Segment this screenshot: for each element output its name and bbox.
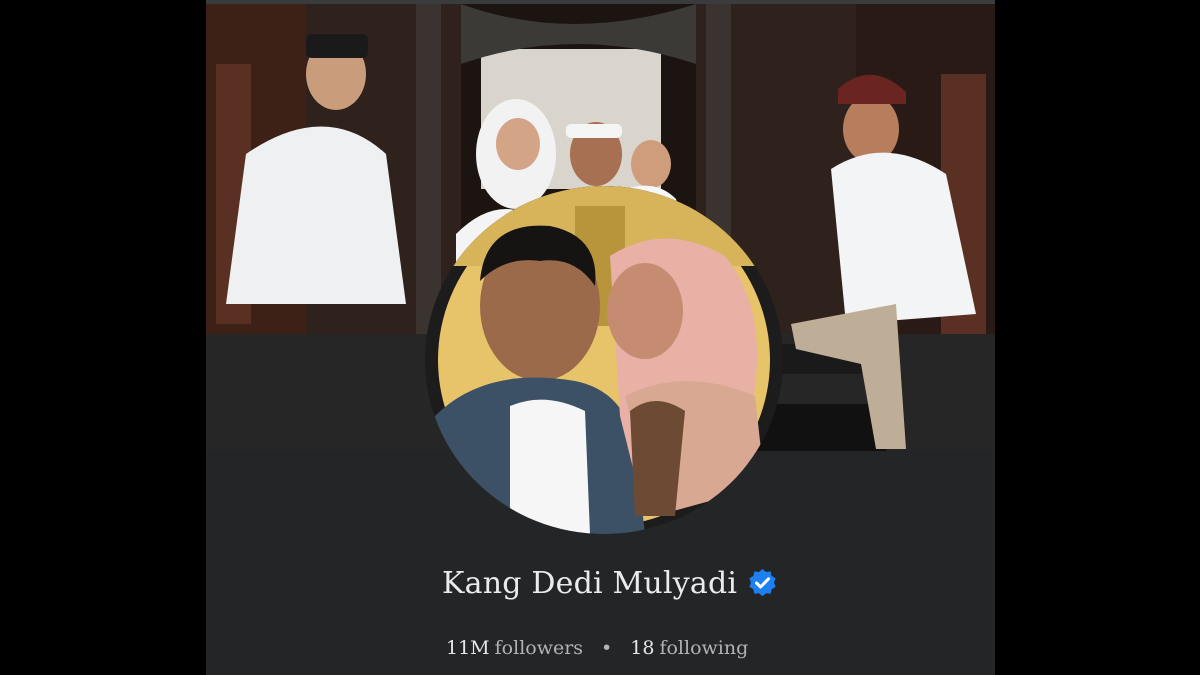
name-row: Kang Dedi Mulyadi [442, 563, 778, 603]
profile-picture[interactable] [425, 186, 783, 534]
followers-label: followers [494, 637, 584, 659]
followers-link[interactable]: 11M followers [446, 637, 583, 659]
following-count: 18 [630, 637, 655, 659]
verified-badge-icon [747, 568, 778, 599]
following-label: following [659, 637, 749, 659]
following-link[interactable]: 18 following [630, 637, 748, 659]
followers-count: 11M [446, 637, 490, 659]
profile-name[interactable]: Kang Dedi Mulyadi [442, 566, 737, 601]
stats-separator: • [601, 637, 613, 659]
profile-card: Kang Dedi Mulyadi 11M followers • 18 follo… [206, 0, 995, 675]
profile-stats: 11M followers • 18 following [446, 635, 748, 661]
